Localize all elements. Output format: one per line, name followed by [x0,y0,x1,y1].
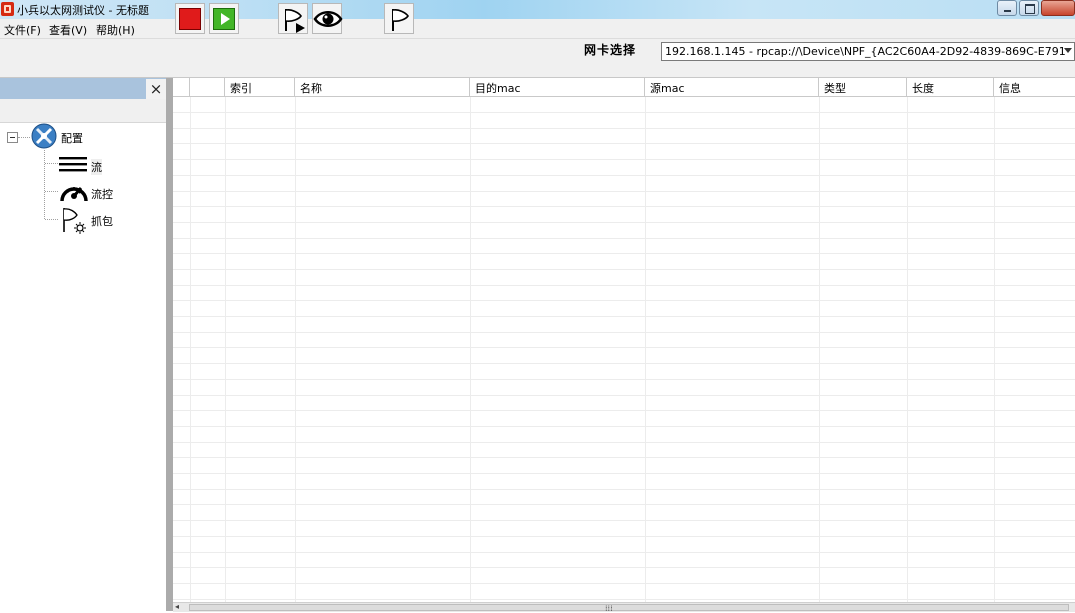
tree-connector [44,150,45,219]
title-bar: 小兵以太网测试仪 - 无标题 [0,0,1075,20]
panel-header: × [0,78,166,99]
grid-row-line [173,489,1075,490]
config-panel: × 配置 流 流控 抓包 [0,78,167,611]
grid-column-line [907,97,908,603]
play-icon [213,8,235,30]
panel-close-button[interactable]: × [146,79,166,99]
stop-button[interactable] [175,3,205,34]
grid-column-line [190,97,191,603]
grid-row-line [173,332,1075,333]
grid-row-line [173,112,1075,113]
column-header-blank-2[interactable] [190,78,225,96]
nic-select-value: 192.168.1.145 - rpcap://\Device\NPF_{AC2… [665,45,1066,58]
column-header-length[interactable]: 长度 [907,78,994,96]
grid-row-line [173,599,1075,600]
nic-select[interactable]: 192.168.1.145 - rpcap://\Device\NPF_{AC2… [661,42,1075,61]
grid-column-line [994,97,995,603]
tree-connector [18,137,30,138]
window-title: 小兵以太网测试仪 - 无标题 [17,4,149,17]
column-header-src-mac[interactable]: 源mac [645,78,819,96]
nic-label: 网卡选择 [584,43,637,57]
tree-item-stream[interactable]: 流 [91,159,102,175]
panel-splitter[interactable] [166,78,173,611]
minimize-button[interactable] [997,0,1017,16]
grid-header: 索引 名称 目的mac 源mac 类型 长度 信息 [173,78,1075,97]
column-header-blank[interactable] [173,78,190,96]
scroll-left-icon[interactable]: ◂ [175,603,179,611]
flag-icon [392,9,409,31]
flag-play-icon [285,9,305,33]
grid-column-line [470,97,471,603]
grid-row-line [173,347,1075,348]
maximize-button[interactable] [1019,0,1039,16]
packet-grid: 索引 名称 目的mac 源mac 类型 长度 信息 [173,78,1075,603]
menu-file[interactable]: 文件(F) [4,22,41,38]
start-capture-button[interactable] [278,3,308,34]
grid-row-line [173,473,1075,474]
lines-icon [59,157,87,172]
tree-collapse-toggle[interactable] [7,132,18,143]
start-button[interactable] [209,3,239,34]
grid-row-line [173,442,1075,443]
grid-row-line [173,128,1075,129]
grid-row-line [173,285,1075,286]
gauge-icon [60,187,88,202]
grid-row-line [173,175,1075,176]
tools-globe-icon [31,123,57,149]
grid-column-line [819,97,820,603]
grid-row-line [173,457,1075,458]
panel-subbar [0,99,166,123]
menu-bar: 文件(F) 查看(V) 帮助(H) [0,19,1075,39]
close-button[interactable] [1041,0,1075,16]
grid-row-line [173,426,1075,427]
grid-row-line [173,191,1075,192]
eye-icon [313,11,343,27]
menu-view[interactable]: 查看(V) [49,22,87,38]
app-icon [1,2,14,16]
grid-row-line [173,395,1075,396]
grid-row-line [173,410,1075,411]
chevron-down-icon[interactable] [1064,48,1072,53]
grid-row-line [173,159,1075,160]
grid-row-line [173,206,1075,207]
grid-row-line [173,379,1075,380]
stop-icon [179,8,201,30]
grid-row-line [173,363,1075,364]
capture-button[interactable] [384,3,414,34]
column-header-index[interactable]: 索引 [225,78,295,96]
grid-row-line [173,536,1075,537]
grid-column-line [295,97,296,603]
grid-row-line [173,583,1075,584]
column-header-name[interactable]: 名称 [295,78,470,96]
grid-row-line [173,504,1075,505]
grid-row-line [173,567,1075,568]
tree-item-flow-control[interactable]: 流控 [91,186,113,202]
grid-row-line [173,253,1075,254]
grid-row-line [173,316,1075,317]
tree-item-packet-capture[interactable]: 抓包 [91,213,113,229]
grid-row-line [173,552,1075,553]
tree-connector [45,219,58,220]
grid-row-line [173,520,1075,521]
column-header-type[interactable]: 类型 [819,78,907,96]
grid-row-line [173,238,1075,239]
grid-row-line [173,143,1075,144]
grid-row-line [173,222,1075,223]
grid-column-line [225,97,226,603]
tree-connector [45,163,58,164]
grid-row-line [173,300,1075,301]
tree-item-config[interactable]: 配置 [61,130,83,146]
flag-gear-icon [63,208,86,234]
tree-connector [45,191,58,192]
view-button[interactable] [312,3,343,34]
column-header-info[interactable]: 信息 [994,78,1075,96]
scroll-thumb[interactable]: ⁞⁞⁞ [189,604,1069,613]
column-header-dst-mac[interactable]: 目的mac [470,78,645,96]
grid-column-line [645,97,646,603]
menu-help[interactable]: 帮助(H) [96,22,135,38]
grid-body[interactable] [173,97,1075,603]
grid-row-line [173,269,1075,270]
